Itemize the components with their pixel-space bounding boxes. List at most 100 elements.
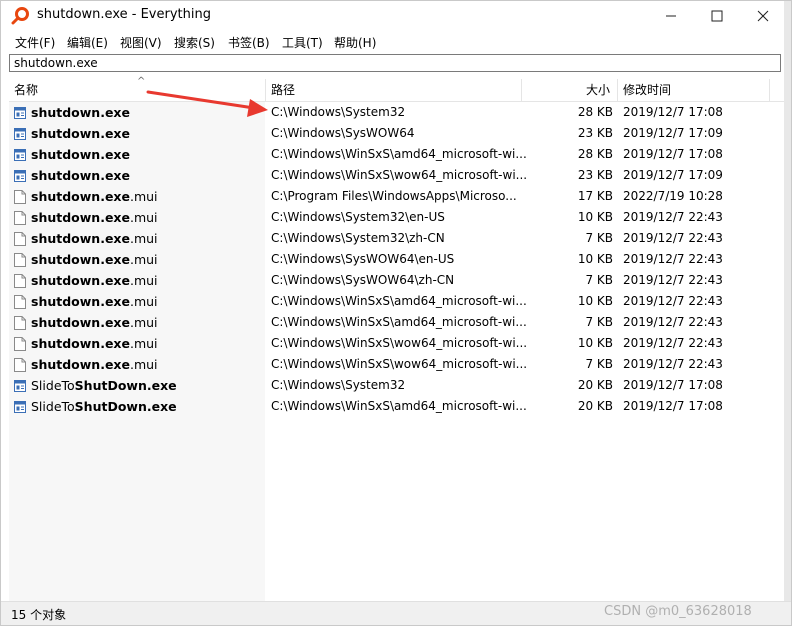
file-size: 23 KB bbox=[577, 168, 613, 182]
file-modified: 2019/12/7 22:43 bbox=[623, 294, 723, 308]
file-name: shutdown.exe bbox=[31, 126, 130, 141]
column-header-name[interactable]: 名称 bbox=[14, 79, 38, 101]
file-size: 20 KB bbox=[577, 378, 613, 392]
file-modified: 2019/12/7 17:08 bbox=[623, 399, 723, 413]
file-path: C:\Windows\WinSxS\wow64_microsoft-wi... bbox=[271, 336, 528, 350]
file-modified: 2019/12/7 22:43 bbox=[623, 336, 723, 350]
exe-icon bbox=[14, 401, 26, 413]
file-size: 10 KB bbox=[577, 336, 613, 350]
table-row[interactable]: shutdown.exe C:\Windows\WinSxS\amd64_micr… bbox=[1, 145, 791, 166]
file-modified: 2019/12/7 22:43 bbox=[623, 315, 723, 329]
file-path: C:\Windows\WinSxS\amd64_microsoft-wi... bbox=[271, 147, 527, 161]
file-size: 7 KB bbox=[585, 315, 613, 329]
app-window: shutdown.exe - Everything 文件(F) 编辑(E) 视图… bbox=[0, 0, 792, 626]
table-row[interactable]: shutdown.exe.mui C:\Windows\WinSxS\amd64_… bbox=[1, 313, 791, 334]
table-row[interactable]: shutdown.exe C:\Windows\WinSxS\wow64_micr… bbox=[1, 166, 791, 187]
table-row[interactable]: shutdown.exe C:\Windows\SysWOW64 23 KB 2019… bbox=[1, 124, 791, 145]
column-header-modified[interactable]: 修改时间 bbox=[623, 79, 671, 101]
file-modified: 2019/12/7 17:09 bbox=[623, 168, 723, 182]
file-name: shutdown.exe.mui bbox=[31, 294, 158, 309]
file-path: C:\Windows\WinSxS\wow64_microsoft-wi... bbox=[271, 168, 528, 182]
title-bar: shutdown.exe - Everything bbox=[1, 1, 791, 31]
menu-search[interactable]: 搜索(S) bbox=[174, 34, 215, 51]
file-name-match: shutdown.exe bbox=[31, 126, 130, 141]
file-name: shutdown.exe.mui bbox=[31, 315, 158, 330]
file-size: 10 KB bbox=[577, 294, 613, 308]
table-row[interactable]: shutdown.exe.mui C:\Windows\System32\en-U… bbox=[1, 208, 791, 229]
table-row[interactable]: shutdown.exe.mui C:\Windows\System32\zh-C… bbox=[1, 229, 791, 250]
close-button[interactable] bbox=[740, 1, 786, 31]
file-name: shutdown.exe bbox=[31, 147, 130, 162]
column-divider[interactable] bbox=[617, 79, 618, 101]
status-text: 15 个对象 bbox=[11, 608, 67, 622]
search-input[interactable] bbox=[9, 54, 781, 72]
file-name-suffix: .mui bbox=[129, 336, 158, 351]
menu-edit[interactable]: 编辑(E) bbox=[67, 34, 108, 51]
file-icon bbox=[14, 274, 26, 288]
table-row[interactable]: shutdown.exe.mui C:\Program Files\Windows… bbox=[1, 187, 791, 208]
table-row[interactable]: SlideToShutDown.exe C:\Windows\WinSxS\amd… bbox=[1, 397, 791, 418]
file-name: shutdown.exe.mui bbox=[31, 231, 158, 246]
file-name-match: shutdown.exe bbox=[31, 210, 130, 225]
file-path: C:\Windows\System32\en-US bbox=[271, 210, 445, 224]
file-path: C:\Windows\SysWOW64 bbox=[271, 126, 415, 140]
maximize-icon bbox=[711, 10, 723, 22]
file-modified: 2019/12/7 17:08 bbox=[623, 147, 723, 161]
file-icon bbox=[14, 190, 26, 204]
table-row[interactable]: shutdown.exe.mui C:\Windows\WinSxS\wow64_… bbox=[1, 334, 791, 355]
file-modified: 2019/12/7 22:43 bbox=[623, 273, 723, 287]
table-row[interactable]: shutdown.exe.mui C:\Windows\WinSxS\wow64_… bbox=[1, 355, 791, 376]
file-path: C:\Windows\System32\zh-CN bbox=[271, 231, 445, 245]
file-path: C:\Windows\WinSxS\amd64_microsoft-wi... bbox=[271, 294, 527, 308]
menu-bar: 文件(F) 编辑(E) 视图(V) 搜索(S) 书签(B) 工具(T) 帮助(H… bbox=[1, 31, 791, 51]
file-modified: 2019/12/7 17:08 bbox=[623, 378, 723, 392]
file-size: 28 KB bbox=[577, 147, 613, 161]
file-name-match: shutdown.exe bbox=[31, 294, 130, 309]
menu-file[interactable]: 文件(F) bbox=[15, 34, 55, 51]
file-path: C:\Windows\SysWOW64\en-US bbox=[271, 252, 455, 266]
file-name-match: ShutDown.exe bbox=[74, 399, 177, 414]
menu-view[interactable]: 视图(V) bbox=[120, 34, 162, 51]
file-name: shutdown.exe.mui bbox=[31, 357, 158, 372]
file-name-match: shutdown.exe bbox=[31, 189, 130, 204]
file-name: shutdown.exe.mui bbox=[31, 210, 158, 225]
table-row[interactable]: shutdown.exe C:\Windows\System32 28 KB 2019… bbox=[1, 103, 791, 124]
file-size: 10 KB bbox=[577, 210, 613, 224]
file-icon bbox=[14, 253, 26, 267]
file-modified: 2019/12/7 17:09 bbox=[623, 126, 723, 140]
file-path: C:\Windows\WinSxS\amd64_microsoft-wi... bbox=[271, 315, 527, 329]
file-path: C:\Windows\SysWOW64\zh-CN bbox=[271, 273, 455, 287]
maximize-button[interactable] bbox=[694, 1, 740, 31]
file-name-suffix: .mui bbox=[129, 231, 158, 246]
minimize-button[interactable] bbox=[648, 1, 694, 31]
exe-icon bbox=[14, 149, 26, 161]
table-row[interactable]: shutdown.exe.mui C:\Windows\WinSxS\amd64_… bbox=[1, 292, 791, 313]
file-modified: 2019/12/7 22:43 bbox=[623, 231, 723, 245]
table-row[interactable]: shutdown.exe.mui C:\Windows\SysWOW64\en-U… bbox=[1, 250, 791, 271]
file-name: shutdown.exe.mui bbox=[31, 252, 158, 267]
column-divider[interactable] bbox=[769, 79, 770, 101]
window-title: shutdown.exe - Everything bbox=[37, 7, 211, 22]
column-header-size[interactable]: 大小 bbox=[586, 79, 610, 101]
file-name-suffix: .mui bbox=[129, 315, 158, 330]
table-row[interactable]: shutdown.exe.mui C:\Windows\SysWOW64\zh-C… bbox=[1, 271, 791, 292]
menu-bookmarks[interactable]: 书签(B) bbox=[228, 34, 270, 51]
file-modified: 2019/12/7 17:08 bbox=[623, 105, 723, 119]
file-name: shutdown.exe.mui bbox=[31, 189, 158, 204]
file-size: 23 KB bbox=[577, 126, 613, 140]
file-icon bbox=[14, 337, 26, 351]
file-name-match: shutdown.exe bbox=[31, 105, 130, 120]
table-row[interactable]: SlideToShutDown.exe C:\Windows\System32 20… bbox=[1, 376, 791, 397]
column-divider[interactable] bbox=[521, 79, 522, 101]
menu-help[interactable]: 帮助(H) bbox=[334, 34, 376, 51]
file-path: C:\Program Files\WindowsApps\Microso... bbox=[271, 189, 517, 203]
scrollbar[interactable] bbox=[784, 1, 791, 625]
file-icon bbox=[14, 316, 26, 330]
file-icon bbox=[14, 211, 26, 225]
menu-tools[interactable]: 工具(T) bbox=[282, 34, 323, 51]
file-name: shutdown.exe bbox=[31, 105, 130, 120]
exe-icon bbox=[14, 107, 26, 119]
file-name-match: shutdown.exe bbox=[31, 168, 130, 183]
file-size: 28 KB bbox=[577, 105, 613, 119]
file-name-suffix: .mui bbox=[129, 357, 158, 372]
